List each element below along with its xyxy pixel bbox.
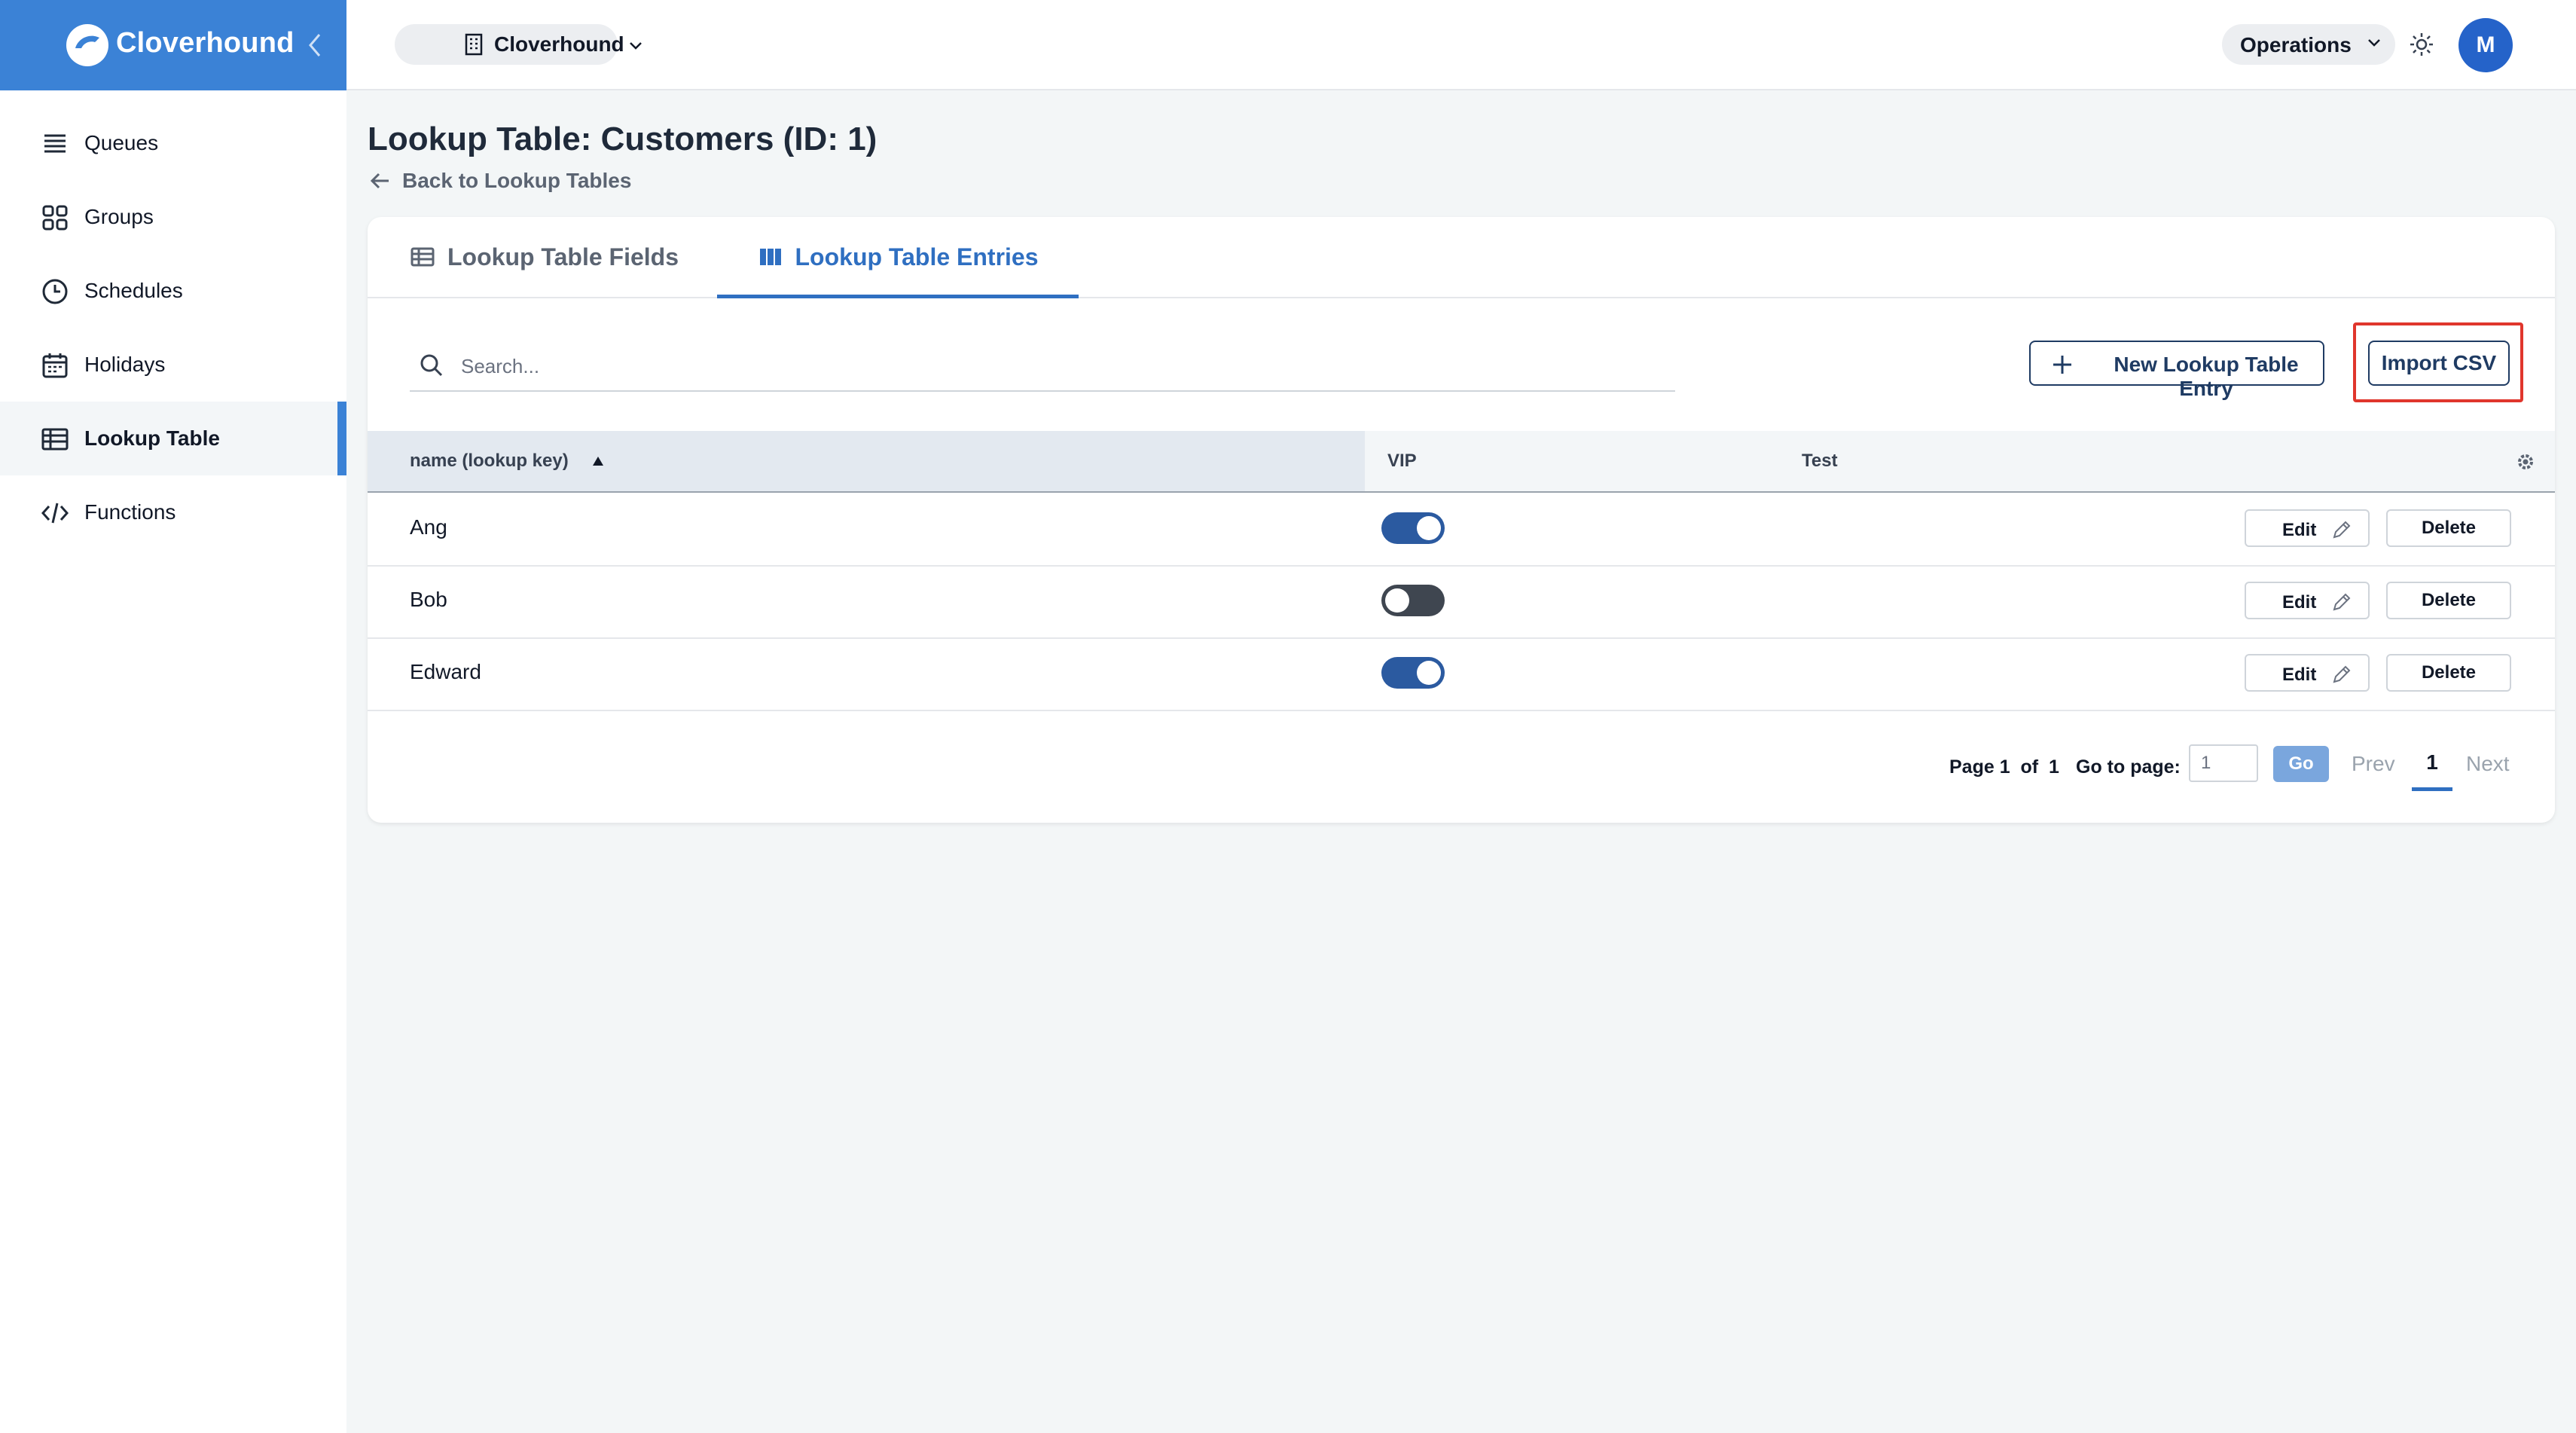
cell-name: Bob bbox=[410, 588, 447, 611]
cloverhound-logo-icon bbox=[66, 24, 108, 66]
brand-header: Cloverhound bbox=[0, 0, 346, 90]
button-label: Delete bbox=[2421, 590, 2477, 610]
pencil-icon bbox=[2333, 665, 2351, 683]
list-icon bbox=[44, 134, 66, 153]
sidebar-item-functions[interactable]: Functions bbox=[0, 475, 346, 549]
chevron-down-icon bbox=[630, 42, 642, 50]
button-label: Delete bbox=[2421, 662, 2477, 683]
sidebar-item-schedules[interactable]: Schedules bbox=[0, 254, 346, 328]
columns-icon bbox=[759, 249, 781, 265]
brand-name: Cloverhound bbox=[116, 27, 295, 59]
back-to-lookup-tables-link[interactable]: Back to Lookup Tables bbox=[369, 169, 631, 193]
organization-select[interactable]: Cloverhound bbox=[395, 24, 642, 65]
sidebar-item-groups[interactable]: Groups bbox=[0, 180, 346, 254]
page-title: Lookup Table: Customers (ID: 1) bbox=[368, 121, 877, 157]
cell-name: Ang bbox=[410, 515, 447, 539]
table-row: Bob Edit Delete bbox=[368, 565, 2555, 639]
delete-button[interactable]: Delete bbox=[2386, 654, 2511, 692]
import-csv-button[interactable]: Import CSV bbox=[2368, 341, 2510, 386]
app-root: Cloverhound Queues Groups Schedules Holi… bbox=[0, 0, 2576, 1433]
tab-label: Lookup Table Fields bbox=[447, 243, 679, 270]
collapse-sidebar-icon[interactable] bbox=[303, 30, 327, 60]
sidebar-item-lookup-table[interactable]: Lookup Table bbox=[0, 402, 346, 475]
table-row: Edward Edit Delete bbox=[368, 637, 2555, 711]
grid-icon bbox=[42, 205, 68, 231]
button-label: Import CSV bbox=[2381, 351, 2497, 374]
page-number-button[interactable]: 1 bbox=[2412, 746, 2452, 791]
plus-icon bbox=[2053, 356, 2071, 374]
back-link-label: Back to Lookup Tables bbox=[402, 169, 632, 192]
column-header-label: VIP bbox=[1387, 451, 1417, 471]
column-header-label: Test bbox=[1802, 451, 1838, 471]
organization-label: Cloverhound bbox=[494, 32, 624, 56]
tab-lookup-table-fields[interactable]: Lookup Table Fields bbox=[410, 217, 726, 297]
sidebar-item-label: Lookup Table bbox=[84, 426, 220, 450]
column-header-name[interactable]: name (lookup key) bbox=[368, 431, 1365, 491]
button-label: Delete bbox=[2421, 518, 2477, 538]
tab-bar: Lookup Table Fields Lookup Table Entries bbox=[368, 217, 2555, 298]
chevron-down-icon bbox=[2368, 39, 2380, 47]
button-label: Edit bbox=[2282, 520, 2317, 540]
theme-toggle-icon[interactable] bbox=[2409, 32, 2434, 57]
table-row: Ang Edit Delete bbox=[368, 493, 2555, 567]
sidebar: Cloverhound Queues Groups Schedules Holi… bbox=[0, 0, 346, 1433]
workspace-select[interactable]: Operations bbox=[2222, 24, 2395, 65]
building-icon bbox=[465, 33, 483, 56]
column-header-label: name (lookup key) bbox=[410, 451, 569, 471]
goto-page-input[interactable] bbox=[2189, 744, 2258, 782]
sidebar-item-label: Queues bbox=[84, 131, 159, 154]
sidebar-item-label: Groups bbox=[84, 205, 154, 228]
sidebar-item-label: Schedules bbox=[84, 279, 183, 302]
column-header-test[interactable]: Test bbox=[1802, 431, 1838, 491]
pagination: Page 1 of 1 Go to page: Go Prev 1 Next bbox=[368, 737, 2555, 797]
workspace-label: Operations bbox=[2240, 33, 2352, 57]
clock-icon bbox=[42, 279, 68, 304]
edit-button[interactable]: Edit bbox=[2245, 509, 2370, 547]
lookup-table-card: Lookup Table Fields Lookup Table Entries bbox=[368, 217, 2555, 823]
search-input[interactable] bbox=[459, 347, 1668, 386]
table-icon bbox=[41, 428, 69, 451]
prev-page-button[interactable]: Prev bbox=[2352, 752, 2395, 776]
search-icon bbox=[420, 354, 443, 377]
button-label: Edit bbox=[2282, 665, 2317, 685]
edit-button[interactable]: Edit bbox=[2245, 582, 2370, 619]
page-indicator: Page 1 of 1 bbox=[1949, 756, 2059, 778]
vip-toggle[interactable] bbox=[1381, 657, 1445, 689]
gear-icon[interactable] bbox=[2516, 452, 2535, 472]
pencil-icon bbox=[2333, 593, 2351, 611]
sort-ascending-icon bbox=[592, 457, 603, 466]
vip-toggle[interactable] bbox=[1381, 585, 1445, 616]
delete-button[interactable]: Delete bbox=[2386, 509, 2511, 547]
tab-label: Lookup Table Entries bbox=[795, 243, 1039, 270]
sidebar-nav: Queues Groups Schedules Holidays Lookup … bbox=[0, 106, 346, 549]
sidebar-item-holidays[interactable]: Holidays bbox=[0, 328, 346, 402]
button-label: New Lookup Table Entry bbox=[2114, 353, 2299, 400]
sidebar-item-label: Holidays bbox=[84, 353, 166, 376]
code-icon bbox=[41, 503, 69, 524]
topbar: Cloverhound Operations M bbox=[346, 0, 2576, 90]
pencil-icon bbox=[2333, 521, 2351, 539]
column-header-vip[interactable]: VIP bbox=[1387, 431, 1417, 491]
new-lookup-table-entry-button[interactable]: New Lookup Table Entry bbox=[2029, 341, 2324, 400]
calendar-icon bbox=[42, 353, 68, 378]
arrow-left-icon bbox=[370, 173, 389, 189]
goto-page-label: Go to page: bbox=[2076, 756, 2181, 778]
toggle-knob bbox=[1417, 661, 1441, 685]
edit-button[interactable]: Edit bbox=[2245, 654, 2370, 692]
toggle-knob bbox=[1417, 516, 1441, 540]
vip-toggle[interactable] bbox=[1381, 512, 1445, 544]
button-label: Edit bbox=[2282, 592, 2317, 613]
sidebar-item-label: Functions bbox=[84, 500, 176, 524]
toggle-knob bbox=[1385, 588, 1409, 613]
table-header: name (lookup key) VIP Test bbox=[368, 431, 2555, 493]
user-avatar[interactable]: M bbox=[2458, 18, 2513, 72]
go-button[interactable]: Go bbox=[2273, 746, 2329, 782]
search-field bbox=[410, 344, 1675, 392]
cell-name: Edward bbox=[410, 660, 481, 683]
delete-button[interactable]: Delete bbox=[2386, 582, 2511, 619]
tab-lookup-table-entries[interactable]: Lookup Table Entries bbox=[717, 217, 1079, 298]
table-icon bbox=[411, 247, 435, 267]
sidebar-item-queues[interactable]: Queues bbox=[0, 106, 346, 180]
next-page-button[interactable]: Next bbox=[2466, 752, 2510, 776]
